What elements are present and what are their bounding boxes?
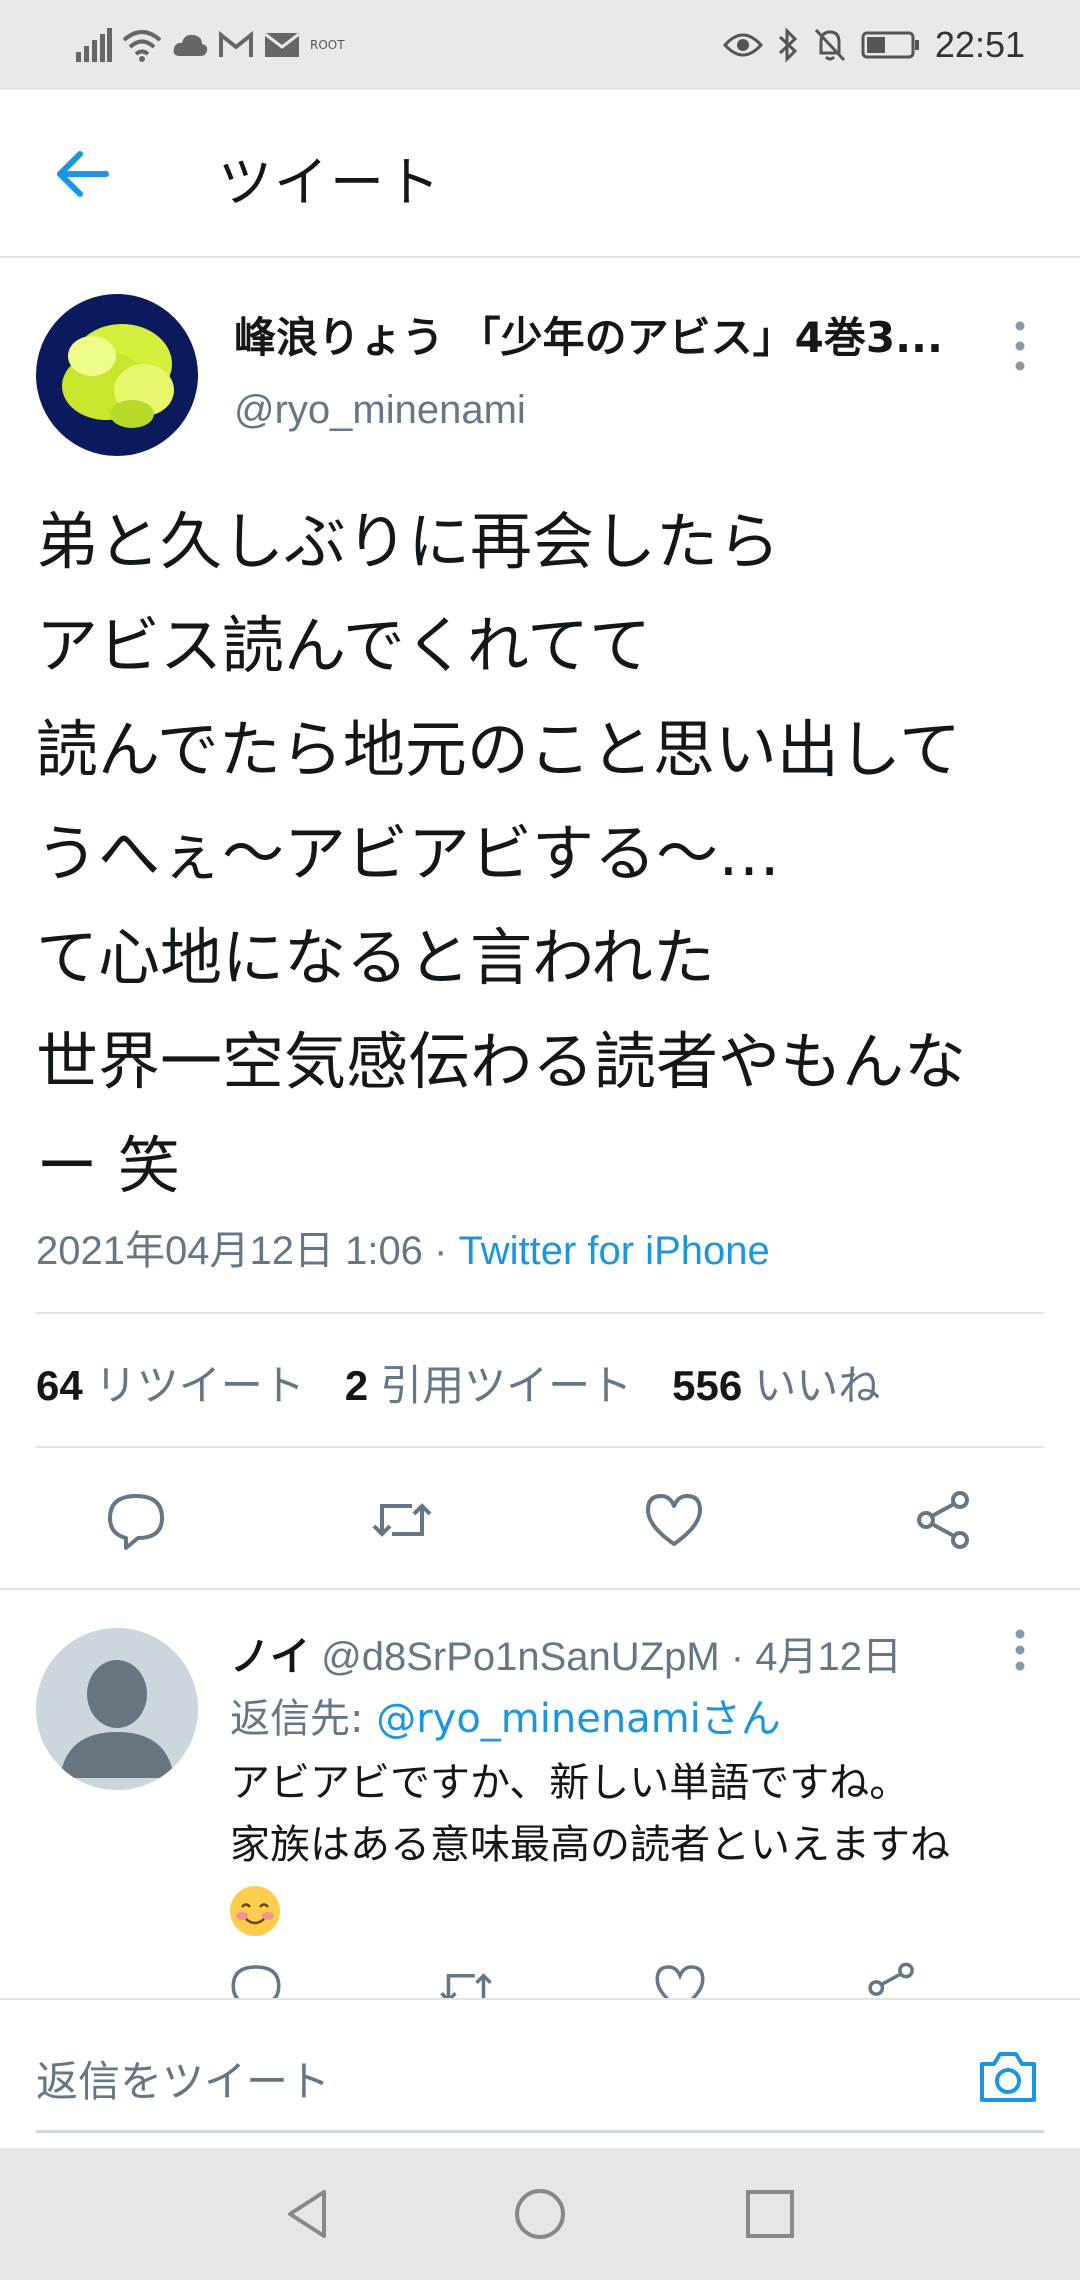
tweet-actions (0, 1488, 1080, 1552)
tweet-line: 弟と久しぶりに再会したら (36, 505, 781, 578)
reply-author-name[interactable]: ノイ (230, 1634, 310, 1680)
arrow-left-icon[interactable] (50, 142, 114, 206)
reply-to-line: 返信先: @ryo_minenamiさん (230, 1686, 781, 1744)
reply-handle-date: @d8SrPo1nSanUZpM · 4月12日 (310, 1635, 902, 1679)
quotes-label: 引用ツイート (380, 1361, 633, 1410)
reply-icon[interactable] (104, 1488, 168, 1552)
reply-avatar[interactable] (36, 1628, 198, 1790)
default-user-icon (36, 1628, 198, 1790)
system-nav-bar (0, 2148, 1080, 2280)
signal-icon (76, 28, 112, 62)
tweet-source-link[interactable]: Twitter for iPhone (458, 1229, 769, 1273)
gmail-icon (219, 31, 253, 57)
reply-header: ノイ @d8SrPo1nSanUZpM · 4月12日 (230, 1624, 990, 1682)
tweet-line: アビス読んでくれてて (36, 609, 652, 682)
tweet-line: 読んでたら地元のこと思い出して (36, 713, 962, 786)
author-avatar-image (36, 294, 198, 456)
author-name[interactable]: 峰浪りょう 「少年のアビス」4巻3... (234, 304, 974, 365)
status-tiny-label: ROOT (310, 38, 345, 52)
cloud-icon (173, 34, 208, 56)
reply-actions (0, 1960, 1080, 2000)
likes-stat[interactable]: 556 いいね (672, 1352, 880, 1413)
reply-text-line: アビアビですか、新しい単語ですね。 (230, 1760, 910, 1806)
mail-icon (264, 32, 300, 57)
tweet-stats: 64 リツイート 2 引用ツイート 556 いいね (36, 1352, 880, 1413)
status-left-icons: ROOT (76, 24, 345, 66)
wifi-icon (122, 30, 162, 62)
page-title: ツイート (218, 151, 442, 214)
tweet-meta: 2021年04月12日 1:06 · Twitter for iPhone (36, 1218, 770, 1276)
author-avatar[interactable] (36, 294, 198, 456)
app-header: ツイート (0, 90, 1080, 258)
divider (36, 1446, 1044, 1448)
compose-bar: 返信をツイート (0, 1998, 1080, 2150)
reply-icon[interactable] (228, 1960, 284, 2000)
tweet-timestamp: 2021年04月12日 1:06 · (36, 1229, 459, 1273)
heart-icon[interactable] (642, 1488, 706, 1552)
retweet-icon[interactable] (370, 1488, 434, 1552)
section-divider (0, 1588, 1080, 1590)
author-handle[interactable]: @ryo_minenami (234, 388, 526, 433)
more-vertical-icon[interactable] (1004, 316, 1036, 376)
retweets-stat[interactable]: 64 リツイート (36, 1352, 305, 1413)
heart-icon[interactable] (652, 1960, 708, 2000)
tweet-line: うへぇ～アビアビする～… (36, 817, 781, 890)
tweet-line: 世界一空気感伝わる読者やもんな (36, 1025, 967, 1098)
smiling-blush-emoji-icon (230, 1886, 280, 1936)
retweet-icon[interactable] (438, 1960, 494, 2000)
share-icon[interactable] (864, 1960, 920, 2000)
reply-text-line: 家族はある意味最高の読者といえますね (230, 1822, 950, 1868)
reply-compose-input[interactable]: 返信をツイート (36, 2048, 330, 2109)
camera-icon[interactable] (976, 2044, 1040, 2108)
bluetooth-icon (778, 27, 798, 63)
reply-to-mention[interactable]: @ryo_minenamiさん (376, 1696, 781, 1742)
retweets-count: 64 (36, 1362, 83, 1409)
retweets-label: リツイート (94, 1361, 305, 1410)
status-right-icons: 22:51 (722, 24, 1025, 66)
more-vertical-icon[interactable] (1004, 1628, 1036, 1676)
tweet-text: 弟と久しぶりに再会したら アビス読んでくれてて 読んでたら地元のこと思い出して … (36, 490, 1046, 1218)
nav-recents-icon[interactable] (742, 2186, 798, 2242)
divider (36, 1312, 1044, 1314)
eye-icon (722, 33, 763, 57)
quotes-stat[interactable]: 2 引用ツイート (345, 1352, 632, 1413)
mute-bell-icon (814, 28, 846, 62)
tweet-line: ー 笑 (36, 1129, 180, 1202)
share-icon[interactable] (912, 1488, 976, 1552)
tweet-line: て心地になると言われた (36, 921, 715, 994)
quotes-count: 2 (344, 1362, 369, 1409)
status-bar: ROOT 22:51 (0, 0, 1080, 90)
status-time: 22:51 (934, 24, 1025, 65)
nav-back-icon[interactable] (280, 2186, 336, 2242)
compose-underline (36, 2130, 1044, 2133)
nav-home-icon[interactable] (512, 2186, 568, 2242)
battery-icon (861, 31, 919, 59)
likes-count: 556 (672, 1362, 743, 1409)
reply-to-prefix: 返信先: (230, 1696, 377, 1742)
likes-label: いいね (754, 1361, 881, 1410)
reply-text: アビアビですか、新しい単語ですね。 家族はある意味最高の読者といえますね (230, 1752, 1050, 1940)
